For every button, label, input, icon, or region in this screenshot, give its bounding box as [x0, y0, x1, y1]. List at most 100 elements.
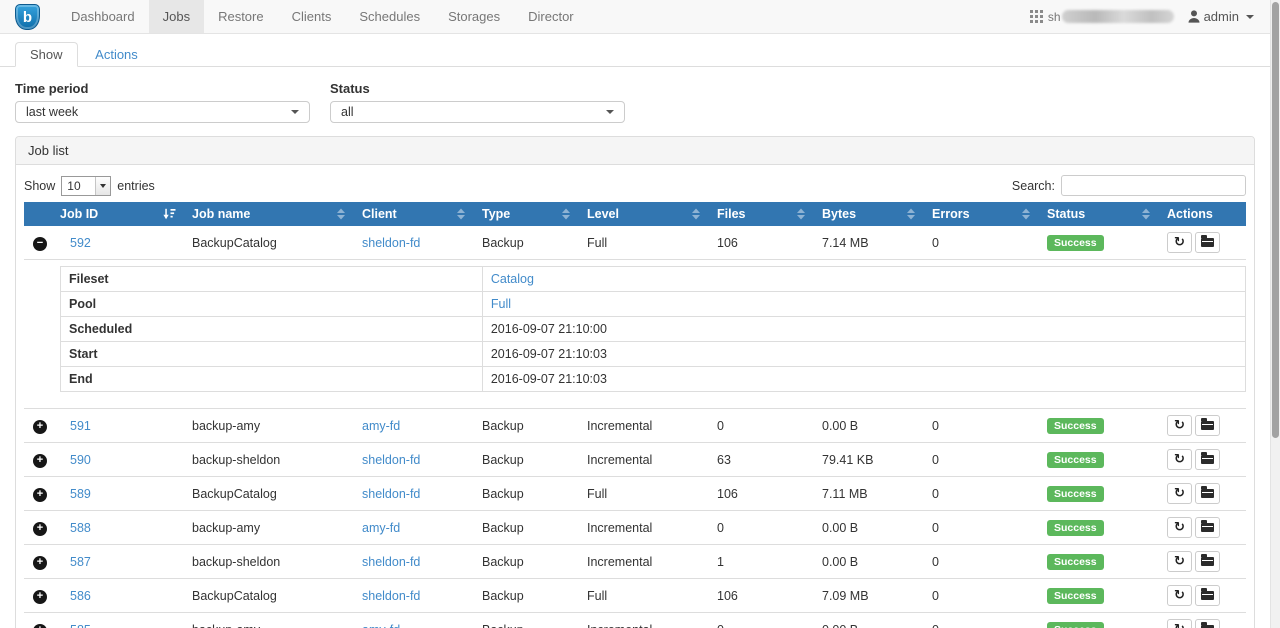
column-header-type[interactable]: Type [474, 202, 579, 226]
job-id-link[interactable]: 592 [70, 236, 91, 250]
restore-job-button[interactable] [1195, 415, 1220, 436]
files-cell: 0 [709, 613, 814, 628]
status-badge: Success [1047, 588, 1104, 604]
expand-row-icon[interactable] [33, 488, 47, 502]
column-header-job-name[interactable]: Job name [184, 202, 354, 226]
bytes-cell: 79.41 KB [814, 443, 924, 477]
restore-job-button[interactable] [1195, 619, 1220, 628]
rerun-job-button[interactable]: ↻ [1167, 619, 1192, 628]
job-id-link[interactable]: 591 [70, 419, 91, 433]
restore-job-button[interactable] [1195, 232, 1220, 253]
entries-select[interactable]: 10 [61, 176, 111, 196]
rerun-icon: ↻ [1174, 521, 1185, 534]
rerun-icon: ↻ [1174, 589, 1185, 602]
nav-item-jobs[interactable]: Jobs [149, 0, 204, 33]
client-link[interactable]: sheldon-fd [362, 555, 420, 569]
level-cell: Incremental [579, 443, 709, 477]
status-badge: Success [1047, 554, 1104, 570]
client-link[interactable]: sheldon-fd [362, 487, 420, 501]
rerun-job-button[interactable]: ↻ [1167, 585, 1192, 606]
client-link[interactable]: amy-fd [362, 521, 400, 535]
client-link[interactable]: amy-fd [362, 623, 400, 628]
actions-cell: ↻ [1159, 511, 1246, 545]
column-label: Errors [932, 207, 970, 221]
bytes-cell: 0.00 B [814, 409, 924, 443]
column-header-actions: Actions [1159, 202, 1246, 226]
expand-row-icon[interactable] [33, 590, 47, 604]
type-cell: Backup [474, 226, 579, 260]
column-header-errors[interactable]: Errors [924, 202, 1039, 226]
tab-show[interactable]: Show [15, 42, 78, 67]
nav-item-schedules[interactable]: Schedules [345, 0, 434, 33]
restore-job-button[interactable] [1195, 585, 1220, 606]
column-header-files[interactable]: Files [709, 202, 814, 226]
status-label: Status [330, 81, 625, 96]
job-name-cell: backup-sheldon [184, 545, 354, 579]
nav-item-restore[interactable]: Restore [204, 0, 278, 33]
nav-item-clients[interactable]: Clients [278, 0, 346, 33]
column-header-job-id[interactable]: Job ID [52, 202, 184, 226]
search-input[interactable] [1061, 175, 1246, 196]
job-id-link[interactable]: 590 [70, 453, 91, 467]
column-header-level[interactable]: Level [579, 202, 709, 226]
tab-actions[interactable]: Actions [81, 43, 152, 66]
expand-row-icon[interactable] [33, 556, 47, 570]
job-name-cell: BackupCatalog [184, 226, 354, 260]
column-header-client[interactable]: Client [354, 202, 474, 226]
scrollbar[interactable] [1270, 0, 1280, 628]
rerun-icon: ↻ [1174, 487, 1185, 500]
rerun-job-button[interactable]: ↻ [1167, 483, 1192, 504]
nav-item-director[interactable]: Director [514, 0, 588, 33]
bareos-logo-icon[interactable]: b [15, 4, 40, 30]
show-label: Show [24, 179, 55, 193]
restore-job-button[interactable] [1195, 517, 1220, 538]
time-period-select[interactable]: last week [15, 101, 310, 123]
client-link[interactable]: amy-fd [362, 419, 400, 433]
job-id-link[interactable]: 585 [70, 623, 91, 628]
job-id-link[interactable]: 586 [70, 589, 91, 603]
expand-row-icon[interactable] [33, 454, 47, 468]
rerun-job-button[interactable]: ↻ [1167, 517, 1192, 538]
bytes-cell: 7.14 MB [814, 226, 924, 260]
rerun-job-button[interactable]: ↻ [1167, 551, 1192, 572]
column-label: Type [482, 207, 510, 221]
actions-cell: ↻ [1159, 443, 1246, 477]
detail-label: Pool [61, 292, 483, 317]
expand-row-icon[interactable] [33, 420, 47, 434]
client-link[interactable]: sheldon-fd [362, 453, 420, 467]
scrollbar-thumb[interactable] [1272, 2, 1279, 438]
applications-grid-icon[interactable] [1030, 10, 1043, 23]
expand-row-icon[interactable] [33, 624, 47, 628]
errors-cell: 0 [924, 443, 1039, 477]
detail-value-link[interactable]: Catalog [491, 272, 534, 286]
rerun-job-button[interactable]: ↻ [1167, 449, 1192, 470]
job-id-link[interactable]: 587 [70, 555, 91, 569]
grid-icon [1030, 10, 1043, 23]
page-length-control: Show 10 entries [24, 176, 155, 196]
status-select[interactable]: all [330, 101, 625, 123]
restore-job-button[interactable] [1195, 449, 1220, 470]
expand-row-icon[interactable] [33, 522, 47, 536]
level-cell: Full [579, 579, 709, 613]
detail-value-link[interactable]: Full [491, 297, 511, 311]
nav-item-dashboard[interactable]: Dashboard [57, 0, 149, 33]
nav-item-storages[interactable]: Storages [434, 0, 514, 33]
restore-job-button[interactable] [1195, 551, 1220, 572]
collapse-row-icon[interactable] [33, 237, 47, 251]
status-badge: Success [1047, 235, 1104, 251]
restore-job-button[interactable] [1195, 483, 1220, 504]
folder-icon [1201, 591, 1214, 600]
actions-cell: ↻ [1159, 477, 1246, 511]
type-cell: Backup [474, 409, 579, 443]
client-link[interactable]: sheldon-fd [362, 589, 420, 603]
bytes-cell: 0.00 B [814, 545, 924, 579]
rerun-job-button[interactable]: ↻ [1167, 415, 1192, 436]
search-label: Search: [1012, 179, 1055, 193]
job-id-link[interactable]: 589 [70, 487, 91, 501]
client-link[interactable]: sheldon-fd [362, 236, 420, 250]
rerun-job-button[interactable]: ↻ [1167, 232, 1192, 253]
column-header-status[interactable]: Status [1039, 202, 1159, 226]
user-menu[interactable]: admin [1188, 9, 1254, 24]
job-id-link[interactable]: 588 [70, 521, 91, 535]
column-header-bytes[interactable]: Bytes [814, 202, 924, 226]
